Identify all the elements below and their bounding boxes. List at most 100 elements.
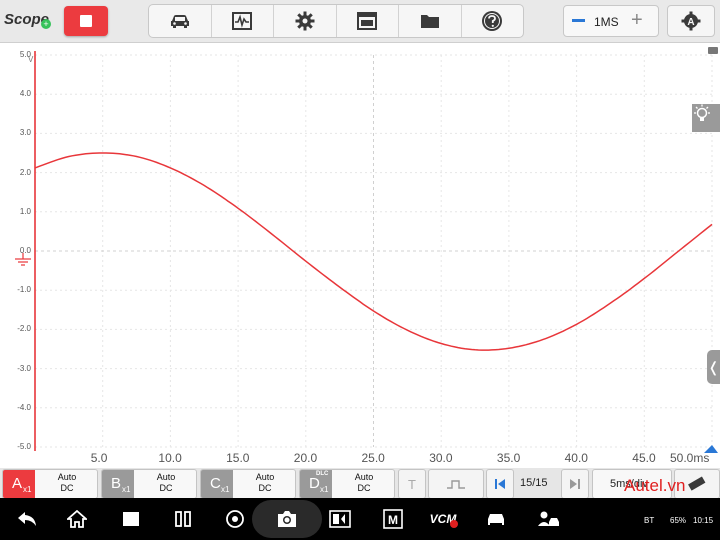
- watermark-text: Autel.vn: [624, 476, 686, 495]
- channel-mode: Auto: [354, 472, 374, 482]
- channel-multiplier: x1: [221, 485, 230, 494]
- timebase-decrease-button[interactable]: [572, 19, 585, 22]
- car-icon: [170, 15, 189, 28]
- gear-icon: [295, 11, 315, 31]
- y-tick-label: 5.0: [19, 50, 31, 59]
- waveform-icon: [232, 12, 253, 30]
- y-tick-label: -1.0: [17, 285, 31, 295]
- scope-display[interactable]: 5.0 4.0 3.0 2.0 1.0 0.0 -1.0 -2.0 -3.0 -4.0 -5.0 5…: [0, 43, 720, 467]
- window-icon: [357, 12, 378, 30]
- settings-button[interactable]: [274, 5, 337, 37]
- display-menu-icon[interactable]: [708, 47, 718, 54]
- channel-name: B: [111, 475, 122, 492]
- back-icon[interactable]: [16, 509, 38, 529]
- channel-name: A: [12, 475, 23, 492]
- stop-icon: [80, 15, 92, 27]
- channel-settings: Auto DC: [136, 472, 196, 494]
- channel-settings: Auto DC: [37, 472, 97, 494]
- battery-level: 65%: [670, 516, 687, 525]
- vehicle-icon[interactable]: [485, 509, 507, 529]
- bluetooth-status: BT: [644, 516, 655, 525]
- vehicle-button[interactable]: [149, 5, 212, 37]
- vcm-disconnected-icon: [450, 520, 458, 528]
- timebase-increase-button[interactable]: +: [631, 9, 643, 31]
- window-button[interactable]: [337, 5, 399, 37]
- chrome-icon[interactable]: [224, 509, 246, 529]
- home-icon[interactable]: [66, 509, 88, 529]
- stop-button[interactable]: [64, 6, 108, 36]
- display-icon[interactable]: [329, 509, 351, 529]
- svg-text:A: A: [687, 17, 694, 28]
- waveform-button[interactable]: [212, 5, 274, 37]
- vcm-icon[interactable]: VCM: [426, 509, 460, 529]
- waveform-plot: [15, 51, 718, 453]
- channel-d-button[interactable]: D x1 DLC Auto DC: [299, 469, 395, 499]
- last-page-button[interactable]: [561, 469, 589, 499]
- split-screen-icon[interactable]: [172, 509, 194, 529]
- y-tick-label: 3.0: [19, 128, 31, 138]
- trigger-label: T: [408, 476, 416, 492]
- channel-coupling: DC: [357, 483, 371, 493]
- auto-gear-icon: A: [681, 11, 701, 31]
- channel-letter: C x1: [201, 470, 233, 498]
- channel-c-button[interactable]: C x1 Auto DC: [200, 469, 296, 499]
- chevron-left-icon: ❬: [707, 359, 720, 375]
- dlc-tag: DLC: [316, 471, 329, 477]
- channel-coupling: DC: [258, 483, 272, 493]
- channel-name: C: [210, 475, 221, 492]
- connection-badge-icon: +: [41, 19, 51, 29]
- skip-first-icon: [495, 479, 505, 489]
- channel-multiplier: x1: [320, 485, 329, 494]
- user-car-icon[interactable]: [537, 509, 559, 529]
- channel-a-button[interactable]: A x1 Auto DC: [2, 469, 98, 499]
- camera-button[interactable]: [252, 500, 322, 538]
- y-tick-label: 0.0: [19, 246, 31, 255]
- channel-mode: Auto: [255, 472, 275, 482]
- y-tick-label: -5.0: [17, 442, 31, 451]
- x-tick-label: 25.0: [361, 451, 385, 465]
- channel-settings: Auto DC: [235, 472, 295, 494]
- auto-scale-button[interactable]: A: [667, 5, 715, 37]
- recent-apps-icon[interactable]: [120, 509, 142, 529]
- system-navigation-bar: M VCM BT 65% 10:15: [0, 498, 720, 540]
- folder-icon: [420, 15, 439, 28]
- y-tick-label: -2.0: [17, 324, 31, 334]
- ruler-icon: [688, 476, 706, 491]
- clock: 10:15: [693, 516, 714, 525]
- page-counter: 15/15: [520, 477, 548, 489]
- y-tick-label: 4.0: [19, 89, 31, 99]
- side-panel-toggle[interactable]: ❬: [707, 350, 720, 384]
- help-button[interactable]: [462, 5, 524, 37]
- x-tick-label: 40.0: [564, 451, 588, 465]
- first-page-button[interactable]: [486, 469, 514, 499]
- channel-mode: Auto: [57, 472, 77, 482]
- y-tick-label: -4.0: [17, 402, 31, 412]
- x-tick-label: 20.0: [293, 451, 318, 465]
- channel-coupling: DC: [60, 483, 74, 493]
- y-unit-label: V: [28, 55, 34, 64]
- help-icon: [482, 11, 503, 31]
- brightness-button[interactable]: [692, 104, 720, 132]
- maxifix-icon[interactable]: M: [382, 509, 404, 529]
- trigger-edge-button[interactable]: [428, 469, 484, 499]
- y-tick-label: 1.0: [19, 206, 31, 216]
- x-tick-label: 5.0: [90, 451, 108, 465]
- x-tick-label: 35.0: [496, 451, 521, 465]
- timebase-value: 1MS: [594, 15, 619, 29]
- svg-text:M: M: [388, 513, 398, 527]
- skip-last-icon: [570, 479, 580, 489]
- channel-letter: B x1: [102, 470, 134, 498]
- camera-icon: [278, 511, 296, 527]
- x-tick-label: 45.0: [632, 451, 656, 465]
- y-tick-label: -3.0: [17, 363, 31, 373]
- channel-letter: D x1 DLC: [300, 470, 332, 498]
- timebase-stepper: 1MS +: [563, 5, 659, 37]
- trigger-button[interactable]: T: [398, 469, 426, 499]
- folder-button[interactable]: [399, 5, 462, 37]
- x-tick-label: 30.0: [429, 451, 453, 465]
- toolbar-group: [148, 4, 524, 38]
- top-toolbar: Scope + 1MS + A: [0, 0, 720, 43]
- channel-b-button[interactable]: B x1 Auto DC: [101, 469, 197, 499]
- pulse-icon: [447, 480, 465, 489]
- bulb-icon: [694, 104, 710, 121]
